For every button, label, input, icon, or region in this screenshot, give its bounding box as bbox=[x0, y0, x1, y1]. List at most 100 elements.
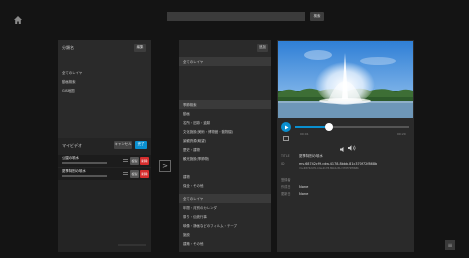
layer-item[interactable] bbox=[179, 66, 271, 75]
layer-item[interactable]: 景観資源(眺望) bbox=[179, 136, 271, 145]
layer-item-label: 全てのレイヤ bbox=[183, 197, 204, 201]
category-item bbox=[58, 113, 151, 122]
category-item bbox=[58, 104, 151, 113]
drag-handle-icon[interactable] bbox=[123, 172, 128, 175]
layer-item[interactable]: 映像・静画などのフィルム・テープ bbox=[179, 221, 271, 230]
drag-handle-icon[interactable] bbox=[123, 159, 128, 162]
field-id-sub: mv.68742cf9.cdw.4178.8bbb.81c370f72f868b bbox=[299, 167, 359, 170]
detail-panel: 00:01 00:20 TITLE 夏季特別の噴水 ID mv.68742cf9… bbox=[277, 40, 414, 252]
category-item[interactable]: 動画検索 bbox=[58, 77, 151, 86]
layer-item[interactable]: 建物 bbox=[179, 172, 271, 181]
layer-item-label: 名所・旧跡・遺跡 bbox=[183, 121, 211, 125]
field-created-value: None bbox=[299, 185, 309, 189]
layer-item[interactable]: 年間・月別のカレンダ bbox=[179, 203, 271, 212]
layer-item-label: 観光施設(季節物) bbox=[183, 157, 210, 161]
layer-item[interactable]: 歴史・建物 bbox=[179, 145, 271, 154]
layer-item[interactable]: 観光施設(季節物) bbox=[179, 154, 271, 163]
cancel-button[interactable]: キャンセル bbox=[114, 141, 132, 149]
delete-button[interactable]: 削除 bbox=[140, 170, 149, 178]
volume-icon[interactable] bbox=[340, 137, 346, 156]
layer-item[interactable]: 祭り・伝統行事 bbox=[179, 212, 271, 221]
layer-item[interactable] bbox=[179, 75, 271, 84]
category-item-label: GIS地図 bbox=[62, 89, 75, 93]
seek-bar[interactable] bbox=[295, 123, 409, 131]
layer-item-label: 歴史・建物 bbox=[183, 148, 200, 152]
layer-item[interactable] bbox=[179, 84, 271, 93]
search-button[interactable]: 検索 bbox=[310, 12, 324, 21]
category-item[interactable]: 全てのレイヤ bbox=[58, 68, 151, 77]
category-title: 分類名 bbox=[62, 45, 74, 50]
delete-button[interactable]: 削除 bbox=[140, 157, 149, 165]
layer-item-label: 建築・その他 bbox=[183, 242, 204, 246]
seek-bar-fill bbox=[295, 126, 330, 128]
play-button[interactable] bbox=[281, 122, 291, 132]
layer-item-label: 映像・静画などのフィルム・テープ bbox=[183, 224, 237, 228]
chevron-right-icon: > bbox=[162, 162, 168, 170]
image-icon[interactable] bbox=[283, 136, 289, 141]
play-icon bbox=[284, 125, 288, 129]
category-item-label: 全てのレイヤ bbox=[62, 71, 83, 75]
category-item[interactable]: GIS地図 bbox=[58, 86, 151, 95]
my-videos-section: マイビデオ キャンセル 完了 公園の噴水 複製 削除 夏季特別の噴水 複製 削除 bbox=[58, 138, 151, 252]
layer-item-label: 祭り・伝統行事 bbox=[183, 215, 207, 219]
layer-item[interactable]: 全てのレイヤ bbox=[179, 194, 271, 203]
category-item-label: 動画検索 bbox=[62, 80, 76, 84]
time-current: 00:01 bbox=[300, 132, 309, 136]
duplicate-button[interactable]: 複製 bbox=[130, 157, 139, 165]
layer-item[interactable]: 全てのレイヤ bbox=[179, 57, 271, 66]
layer-item[interactable]: 季節検索 bbox=[179, 100, 271, 109]
my-videos-footer bbox=[118, 244, 146, 246]
layer-item-label: 文化施設(美術・博物館・動物園) bbox=[183, 130, 234, 134]
layer-item[interactable]: 施設 bbox=[179, 230, 271, 239]
layer-panel: 追加 全てのレイヤ 季節検索 動画 名所・旧跡・遺跡 文化施設(美術・博物館・動… bbox=[179, 40, 271, 252]
field-id-value: mv.68742cf9.cdw.4178.8bbb.81c370f72f868b bbox=[299, 162, 378, 166]
category-list: 全てのレイヤ 動画検索 GIS地図 bbox=[58, 68, 151, 138]
menu-icon: ≡ bbox=[447, 241, 453, 249]
time-total: 00:20 bbox=[397, 132, 406, 136]
layer-item-label: 景観資源(眺望) bbox=[183, 139, 206, 143]
layer-item-label: 年間・月別のカレンダ bbox=[183, 206, 217, 210]
layer-item-label: 施設 bbox=[183, 233, 190, 237]
field-id-key: ID bbox=[281, 162, 285, 166]
layer-item[interactable]: 動画 bbox=[179, 109, 271, 118]
layer-item-label: 動画 bbox=[183, 112, 190, 116]
add-button[interactable]: 追加 bbox=[257, 44, 268, 52]
video-info: TITLE 夏季特別の噴水 ID mv.68742cf9.cdw.4178.8b… bbox=[281, 154, 411, 215]
category-edit-button[interactable]: 編集 bbox=[134, 44, 146, 52]
video-item-title: 公園の噴水 bbox=[62, 156, 79, 160]
layer-item-label: 全てのレイヤ bbox=[183, 60, 204, 64]
layer-item[interactable]: 建築・その他 bbox=[179, 239, 271, 248]
field-author-key: 登録者 bbox=[281, 178, 291, 182]
layer-item[interactable]: 名所・旧跡・遺跡 bbox=[179, 118, 271, 127]
video-player[interactable] bbox=[278, 41, 413, 118]
video-item-sub bbox=[62, 162, 107, 164]
sound-icon[interactable] bbox=[348, 136, 356, 155]
duplicate-button[interactable]: 複製 bbox=[130, 170, 139, 178]
done-button[interactable]: 完了 bbox=[135, 141, 147, 149]
my-videos-title: マイビデオ bbox=[62, 143, 82, 148]
video-thumbnail bbox=[278, 41, 413, 118]
layer-item[interactable]: 保全・その他 bbox=[179, 181, 271, 190]
category-item bbox=[58, 95, 151, 104]
field-title-value: 夏季特別の噴水 bbox=[299, 154, 323, 158]
layer-item-label: 季節検索 bbox=[183, 103, 197, 107]
menu-button[interactable]: ≡ bbox=[445, 240, 455, 250]
layer-item[interactable] bbox=[179, 163, 271, 172]
field-updated-value: None bbox=[299, 192, 309, 196]
layer-list: 全てのレイヤ 季節検索 動画 名所・旧跡・遺跡 文化施設(美術・博物館・動物園)… bbox=[179, 57, 271, 247]
seek-handle[interactable] bbox=[325, 123, 334, 131]
field-title-key: TITLE bbox=[281, 154, 290, 158]
video-item-sub bbox=[62, 175, 107, 177]
video-list-item[interactable]: 公園の噴水 複製 削除 bbox=[58, 155, 151, 167]
home-icon[interactable] bbox=[13, 10, 23, 24]
video-list-item[interactable]: 夏季特別の噴水 複製 削除 bbox=[58, 168, 151, 180]
field-updated-key: 更新日 bbox=[281, 192, 291, 196]
layer-item[interactable]: 文化施設(美術・博物館・動物園) bbox=[179, 127, 271, 136]
add-to-list-arrow-button[interactable]: > bbox=[159, 160, 171, 172]
layer-item-label: 保全・その他 bbox=[183, 184, 204, 188]
search-input[interactable] bbox=[167, 12, 305, 21]
video-item-title: 夏季特別の噴水 bbox=[62, 169, 86, 173]
category-panel: 分類名 編集 全てのレイヤ 動画検索 GIS地図 マイビデオ キャンセル 完了 … bbox=[58, 40, 151, 252]
layer-item-label: 建物 bbox=[183, 175, 190, 179]
field-created-key: 作成日 bbox=[281, 185, 291, 189]
